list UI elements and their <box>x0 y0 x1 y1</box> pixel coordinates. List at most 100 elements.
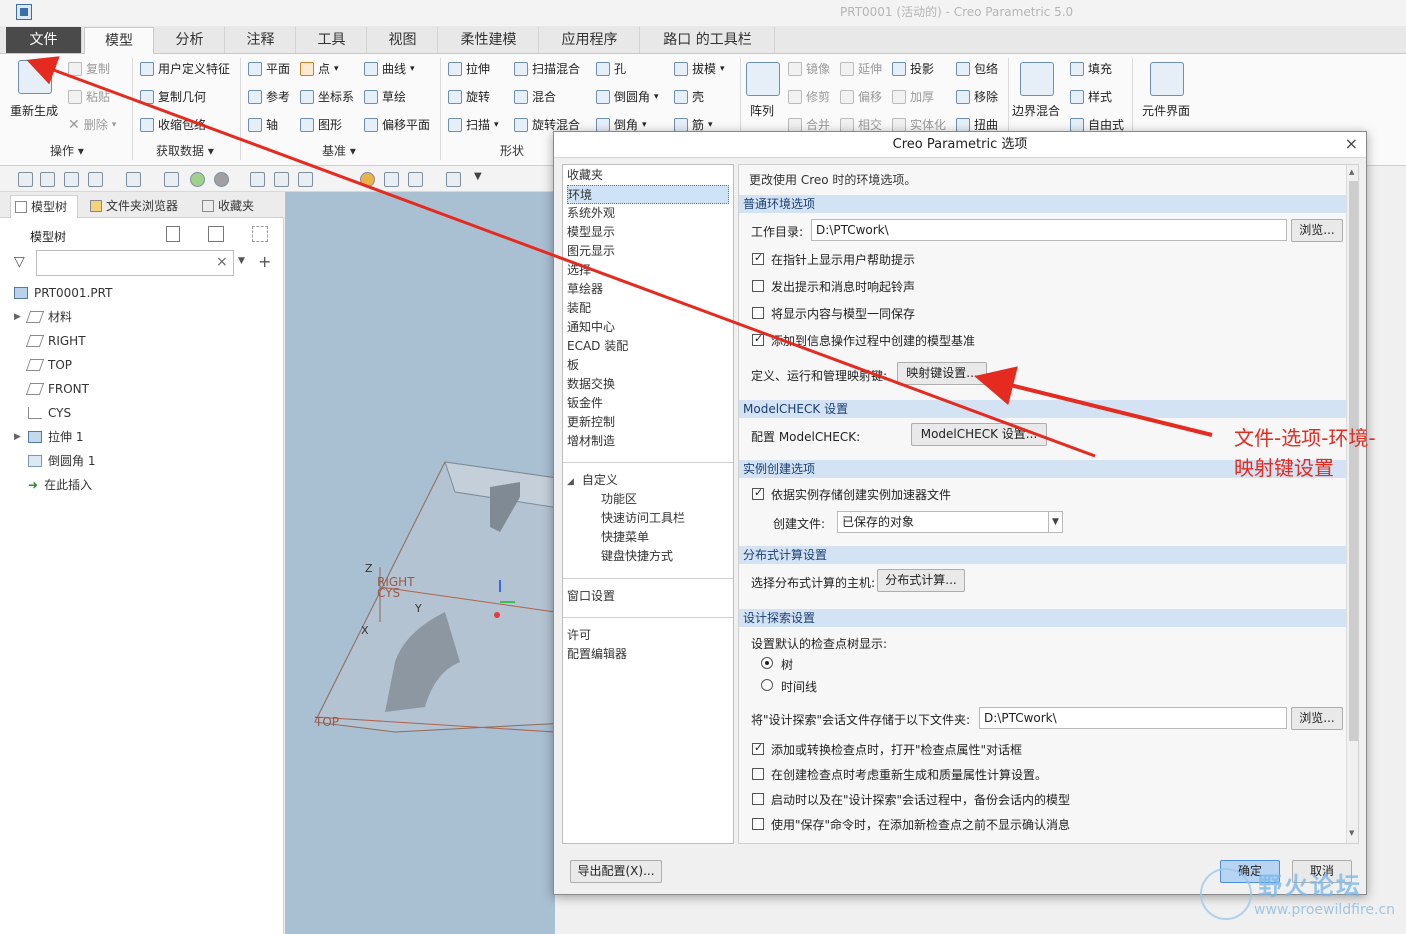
show-options-icon[interactable] <box>208 226 224 242</box>
tree-columns-icon[interactable] <box>252 226 268 242</box>
tree-item-front[interactable]: FRONT <box>25 378 89 400</box>
shade-icon[interactable] <box>214 172 229 187</box>
tab-view[interactable]: 视图 <box>368 27 438 53</box>
tree-item-top[interactable]: TOP <box>25 354 72 376</box>
create-file-select[interactable]: 已保存的对象 ▼ <box>837 511 1063 533</box>
tab-model[interactable]: 模型 <box>84 27 154 55</box>
point-button[interactable]: 点 ▾ <box>300 60 339 77</box>
mapkey-settings-button[interactable]: 映射键设置... <box>897 362 987 385</box>
style-button[interactable]: 样式 <box>1070 88 1112 105</box>
category-board[interactable]: 板 <box>567 356 579 375</box>
category-notification-center[interactable]: 通知中心 <box>567 318 615 337</box>
extrude-button[interactable]: 拉伸 <box>448 60 490 77</box>
csys-button[interactable]: 坐标系 <box>300 88 354 105</box>
tree-item-part[interactable]: PRT0001.PRT <box>14 282 112 304</box>
save-display-checkbox[interactable] <box>752 307 764 319</box>
category-sketcher[interactable]: 草绘器 <box>567 280 603 299</box>
redo-icon[interactable] <box>126 172 141 187</box>
category-model-display[interactable]: 模型显示 <box>567 223 615 242</box>
instance-accelerator-checkbox[interactable] <box>752 486 764 500</box>
copy-button[interactable]: 复制 <box>68 60 110 77</box>
tab-favorites[interactable]: 收藏夹 <box>198 195 264 218</box>
graphics-area[interactable]: RIGHT CYS TOP Z Y X <box>285 192 555 934</box>
search-dropdown-icon[interactable]: ▼ <box>238 256 245 266</box>
save-icon[interactable] <box>64 172 79 187</box>
blend-button[interactable]: 混合 <box>514 88 556 105</box>
regenerate-small-icon[interactable] <box>164 172 179 187</box>
tree-item-extrude[interactable]: ▶ 拉伸 1 <box>14 426 83 448</box>
regenerate-icon[interactable] <box>18 60 52 94</box>
tree-settings-icon[interactable] <box>166 226 180 242</box>
store-browse-button[interactable]: 浏览... <box>1291 707 1343 730</box>
wrap-button[interactable]: 包络 <box>956 60 998 77</box>
boundary-blend-icon[interactable] <box>1020 62 1054 96</box>
timeline-radio[interactable] <box>761 679 773 691</box>
mirror-button[interactable]: 镜像 <box>788 60 830 77</box>
category-update-control[interactable]: 更新控制 <box>567 413 615 432</box>
tree-item-insert-here[interactable]: ➜ 在此插入 <box>28 474 92 496</box>
group-operations-label[interactable]: 操作 ▾ <box>50 142 84 159</box>
tab-analysis[interactable]: 分析 <box>155 27 225 53</box>
backup-models-checkbox[interactable] <box>752 793 764 805</box>
category-selection[interactable]: 选择 <box>567 261 591 280</box>
component-interface-button[interactable]: 元件界面 <box>1142 102 1190 119</box>
tab-file[interactable]: 文件 <box>6 27 82 53</box>
tree-search-input[interactable] <box>36 250 234 276</box>
bell-checkbox[interactable] <box>752 280 764 292</box>
draft-button[interactable]: 拔模 ▾ <box>674 60 725 77</box>
trim-button[interactable]: 修剪 <box>788 88 830 105</box>
fill-button[interactable]: 填充 <box>1070 60 1112 77</box>
category-keyboard[interactable]: 键盘快捷方式 <box>601 547 673 566</box>
appearance-icon[interactable] <box>360 172 375 187</box>
curve-button[interactable]: 曲线 ▾ <box>364 60 415 77</box>
checkpoint-props-checkbox[interactable] <box>752 741 764 755</box>
distributed-button[interactable]: 分布式计算... <box>877 569 965 592</box>
hole-button[interactable]: 孔 <box>596 60 626 77</box>
component-interface-icon[interactable] <box>1150 62 1184 96</box>
graph-button[interactable]: 图形 <box>300 116 342 133</box>
tab-custom-toolbar[interactable]: 路口 的工具栏 <box>641 27 775 53</box>
group-get-data-label[interactable]: 获取数据 ▾ <box>156 142 214 159</box>
group-datum-label[interactable]: 基准 ▾ <box>322 142 356 159</box>
category-customize[interactable]: ◢ 自定义 <box>567 471 618 490</box>
revolve-button[interactable]: 旋转 <box>448 88 490 105</box>
close-window-icon[interactable] <box>446 172 461 187</box>
add-datum-checkbox[interactable] <box>752 332 764 346</box>
show-help-checkbox[interactable] <box>752 251 764 265</box>
category-additive[interactable]: 增材制造 <box>567 432 615 451</box>
category-shortcut-menu[interactable]: 快捷菜单 <box>601 528 649 547</box>
category-system-appearance[interactable]: 系统外观 <box>567 204 615 223</box>
modelcheck-settings-button[interactable]: ModelCHECK 设置... <box>911 423 1047 446</box>
close-icon[interactable]: × <box>1345 134 1358 153</box>
export-config-button[interactable]: 导出配置(X)... <box>570 860 662 883</box>
filter-icon[interactable]: ▽ <box>14 254 25 270</box>
scroll-up-icon[interactable]: ▲ <box>1349 168 1354 176</box>
tab-model-tree[interactable]: 模型树 <box>10 195 78 218</box>
regen-settings-checkbox[interactable] <box>752 768 764 780</box>
reference-button[interactable]: 参考 <box>248 88 290 105</box>
delete-button[interactable]: ✕ 删除 ▾ <box>68 116 116 133</box>
tree-radio[interactable] <box>761 657 773 669</box>
extend-button[interactable]: 延伸 <box>840 60 882 77</box>
view-icon[interactable] <box>274 172 289 187</box>
category-license[interactable]: 许可 <box>567 626 591 645</box>
pattern-button[interactable]: 阵列 <box>750 102 774 119</box>
category-data-exchange[interactable]: 数据交换 <box>567 375 615 394</box>
sphere-icon[interactable] <box>190 172 205 187</box>
category-config-editor[interactable]: 配置编辑器 <box>567 645 627 664</box>
remove-button[interactable]: 移除 <box>956 88 998 105</box>
offset-plane-button[interactable]: 偏移平面 <box>364 116 430 133</box>
tab-folder-browser[interactable]: 文件夹浏览器 <box>86 195 190 218</box>
category-sheetmetal[interactable]: 钣金件 <box>567 394 603 413</box>
tab-tools[interactable]: 工具 <box>297 27 367 53</box>
boundary-blend-button[interactable]: 边界混合 <box>1012 102 1060 119</box>
paste-button[interactable]: 粘贴 <box>68 88 110 105</box>
scroll-down-icon[interactable]: ▼ <box>1349 829 1354 837</box>
sketch-button[interactable]: 草绘 <box>364 88 406 105</box>
tree-item-round[interactable]: 倒圆角 1 <box>28 450 95 472</box>
shell-button[interactable]: 壳 <box>674 88 704 105</box>
pattern-icon[interactable] <box>746 62 780 96</box>
no-confirm-checkbox[interactable] <box>752 818 764 830</box>
add-filter-icon[interactable]: + <box>258 252 271 271</box>
offset-button[interactable]: 偏移 <box>840 88 882 105</box>
